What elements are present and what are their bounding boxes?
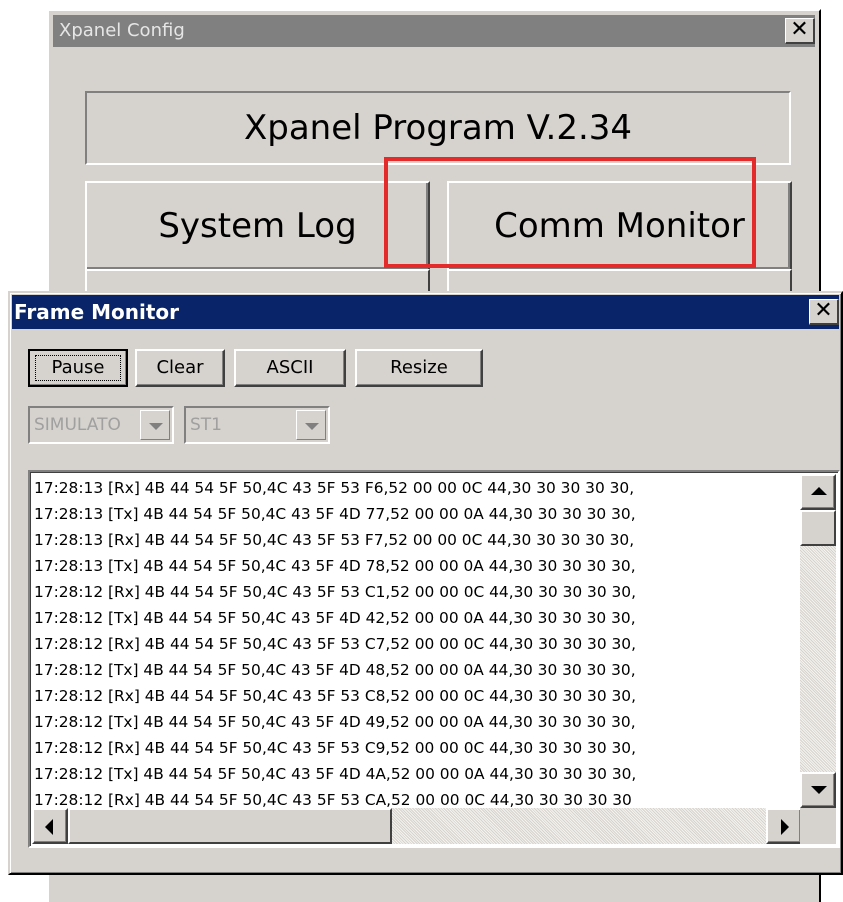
frame-monitor-window: Frame Monitor ✕ Pause Clear ASCII Resize… [8,291,843,875]
log-line: 17:28:13 [Rx] 4B 44 54 5F 50,4C 43 5F 53… [34,479,635,497]
port-combo-value: SIMULATO [34,415,121,435]
horizontal-scroll-thumb[interactable] [68,808,392,844]
log-line: 17:28:12 [Rx] 4B 44 54 5F 50,4C 43 5F 53… [34,687,636,705]
ascii-button[interactable]: ASCII [234,349,346,387]
log-line: 17:28:12 [Tx] 4B 44 54 5F 50,4C 43 5F 4D… [34,765,637,783]
log-lines: 17:28:13 [Rx] 4B 44 54 5F 50,4C 43 5F 53… [34,475,806,815]
chevron-down-icon[interactable] [140,410,170,440]
log-line: 17:28:13 [Rx] 4B 44 54 5F 50,4C 43 5F 53… [34,531,635,549]
comm-monitor-highlight [384,157,756,268]
log-line: 17:28:12 [Rx] 4B 44 54 5F 50,4C 43 5F 53… [34,635,636,653]
horizontal-scrollbar[interactable] [32,808,802,844]
scroll-left-icon[interactable] [32,808,68,844]
log-line: 17:28:13 [Tx] 4B 44 54 5F 50,4C 43 5F 4D… [34,505,636,523]
frame-monitor-close-button[interactable]: ✕ [809,299,839,325]
scrollbar-corner [800,808,836,844]
xpanel-config-title: Xpanel Config [53,15,815,47]
log-line: 17:28:12 [Rx] 4B 44 54 5F 50,4C 43 5F 53… [34,583,636,601]
xpanel-close-button[interactable]: ✕ [785,18,815,44]
clear-button[interactable]: Clear [135,349,225,387]
station-combo[interactable]: ST1 [184,406,330,444]
log-line: 17:28:12 [Rx] 4B 44 54 5F 50,4C 43 5F 53… [34,739,636,757]
log-line: 17:28:12 [Tx] 4B 44 54 5F 50,4C 43 5F 4D… [34,713,636,731]
close-icon: ✕ [814,298,833,323]
pause-button[interactable]: Pause [28,349,128,387]
scroll-down-icon[interactable] [800,772,836,808]
scroll-up-icon[interactable] [800,474,836,510]
pause-label: Pause [35,355,121,381]
vertical-scrollbar[interactable] [800,474,836,808]
chevron-down-icon[interactable] [296,410,326,440]
log-line: 17:28:13 [Tx] 4B 44 54 5F 50,4C 43 5F 4D… [34,557,636,575]
log-line: 17:28:12 [Tx] 4B 44 54 5F 50,4C 43 5F 4D… [34,609,636,627]
system-log-button[interactable]: System Log [85,181,430,271]
frame-log-list[interactable]: 17:28:13 [Rx] 4B 44 54 5F 50,4C 43 5F 53… [28,470,840,848]
station-combo-value: ST1 [190,415,222,435]
vertical-scroll-thumb[interactable] [800,510,836,546]
close-icon: ✕ [790,17,809,42]
port-combo[interactable]: SIMULATO [28,406,174,444]
log-line: 17:28:12 [Tx] 4B 44 54 5F 50,4C 43 5F 4D… [34,661,636,679]
program-version-label: Xpanel Program V.2.34 [85,91,791,165]
frame-monitor-title: Frame Monitor [12,295,839,329]
scroll-right-icon[interactable] [766,808,802,844]
resize-button[interactable]: Resize [355,349,483,387]
